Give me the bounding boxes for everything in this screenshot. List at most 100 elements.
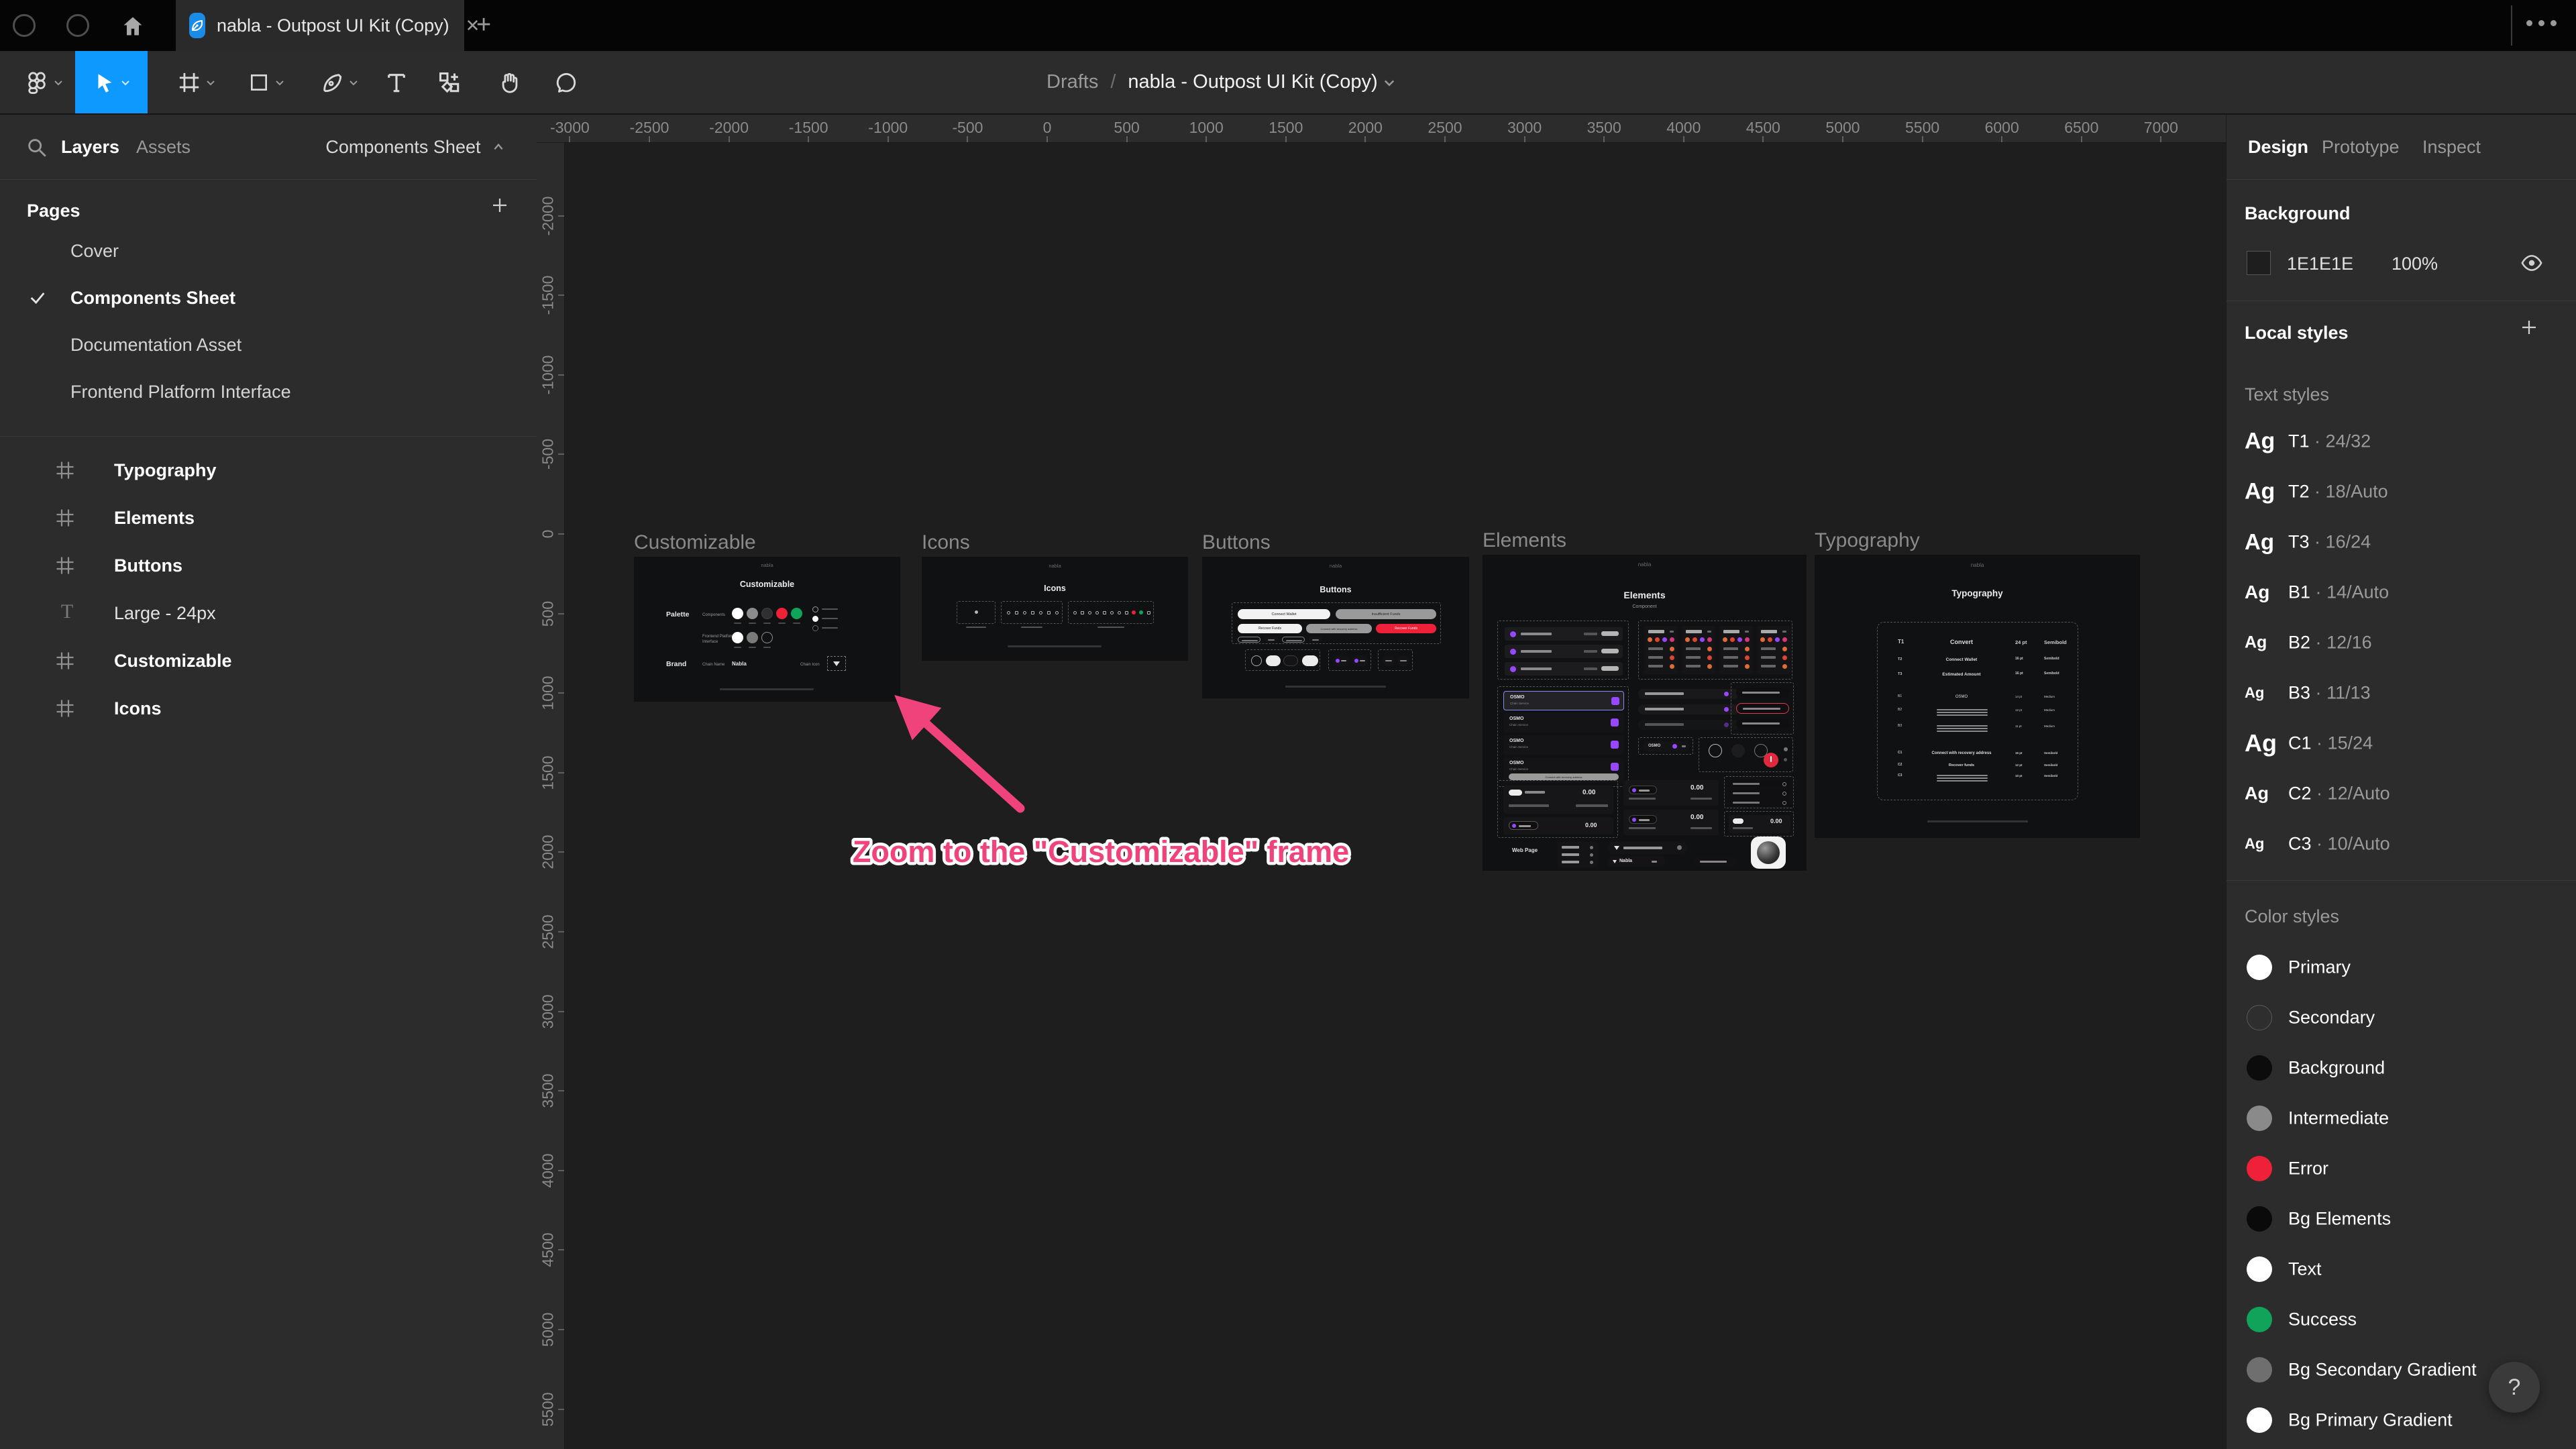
decor: [1629, 786, 1657, 794]
text-style-row[interactable]: Ag B2 · 12/16: [2226, 617, 2576, 667]
ruler-tick: [967, 136, 968, 143]
thumb-text: Brand: [666, 660, 686, 668]
page-row[interactable]: Frontend Platform Interface: [0, 369, 537, 416]
tab-switcher-icon[interactable]: [13, 14, 36, 37]
page-row[interactable]: Documentation Asset: [0, 322, 537, 369]
layer-row[interactable]: T Icons: [0, 686, 537, 734]
color-style-row[interactable]: Bg Elements: [2226, 1193, 2576, 1244]
tab-layers[interactable]: Layers: [61, 137, 119, 158]
ruler-horizontal[interactable]: -3000-2500-2000-1500-1000-50005001000150…: [537, 115, 2226, 143]
figma-main-menu[interactable]: [19, 51, 70, 113]
frame-label[interactable]: Icons: [922, 531, 970, 554]
page-selector[interactable]: Components Sheet: [325, 137, 504, 158]
frame-label[interactable]: Buttons: [1202, 531, 1271, 554]
help-button[interactable]: ?: [2489, 1362, 2540, 1413]
document-tab[interactable]: nabla - Outpost UI Kit (Copy) ✕: [176, 0, 464, 51]
pen-tool-button[interactable]: [307, 51, 372, 113]
thumb-text: OSMO: [1509, 716, 1523, 722]
color-style-row[interactable]: Success: [2226, 1294, 2576, 1344]
eye-icon[interactable]: [2520, 253, 2543, 273]
home-icon[interactable]: [121, 14, 145, 38]
decor: [734, 647, 741, 648]
canvas-frame-buttons[interactable]: nablaButtonsConnect WalletInsufficient F…: [1202, 557, 1469, 698]
layer-row[interactable]: T Elements: [0, 496, 537, 543]
decor: [1285, 686, 1386, 688]
ruler-label: 4000: [1666, 119, 1701, 137]
color-style-row[interactable]: Primary: [2226, 942, 2576, 992]
frame-label[interactable]: Typography: [1815, 529, 1920, 552]
page-row[interactable]: Cover: [0, 228, 537, 275]
ruler-tick: [558, 374, 565, 376]
thumb-text: OSMO: [1509, 739, 1523, 744]
add-page-icon[interactable]: [490, 195, 510, 215]
tab-inspect[interactable]: Inspect: [2422, 137, 2481, 158]
decor: [1682, 626, 1715, 674]
style-value: 12/16: [2326, 632, 2372, 652]
background-opacity[interactable]: 100%: [2392, 254, 2438, 274]
decor: [1723, 637, 1727, 642]
color-style-row[interactable]: Text: [2226, 1244, 2576, 1294]
text-style-row[interactable]: Ag C1 · 15/24: [2226, 718, 2576, 768]
window-menu-icon[interactable]: [2526, 20, 2557, 26]
background-hex[interactable]: 1E1E1E: [2287, 254, 2353, 274]
ruler-vertical[interactable]: -2000-1500-1000-500050010001500200025003…: [537, 143, 565, 1449]
new-tab-icon[interactable]: +: [476, 12, 491, 38]
color-style-row[interactable]: Error: [2226, 1143, 2576, 1193]
text-style-row[interactable]: Ag C3 · 10/Auto: [2226, 818, 2576, 869]
decor: [1937, 780, 1988, 782]
layer-row[interactable]: T Typography: [0, 448, 537, 496]
breadcrumb[interactable]: Drafts / nabla - Outpost UI Kit (Copy): [1046, 51, 1396, 113]
layer-row[interactable]: T Customizable: [0, 639, 537, 686]
decor: [1139, 610, 1143, 614]
ruler-label: 2000: [1348, 119, 1383, 137]
color-style-row[interactable]: Intermediate: [2226, 1093, 2576, 1143]
frame-tool-button[interactable]: [166, 51, 227, 113]
tab-assets[interactable]: Assets: [136, 137, 191, 158]
tab-prototype[interactable]: Prototype: [2322, 137, 2400, 158]
ruler-tick: [558, 613, 565, 614]
text-style-row[interactable]: Ag B3 · 11/13: [2226, 667, 2576, 718]
layer-row[interactable]: T Buttons: [0, 543, 537, 591]
background-color-swatch[interactable]: [2247, 251, 2271, 275]
text-style-row[interactable]: Ag C2 · 12/Auto: [2226, 768, 2576, 818]
text-style-row[interactable]: Ag T3 · 16/24: [2226, 517, 2576, 567]
frame-label[interactable]: Elements: [1483, 529, 1566, 552]
text-style-row[interactable]: Ag B1 · 14/Auto: [2226, 567, 2576, 617]
page-row[interactable]: Components Sheet: [0, 275, 537, 322]
canvas-frame-customizable[interactable]: nablaCustomizablePaletteComponentsFronte…: [634, 557, 900, 702]
color-style-row[interactable]: Background: [2226, 1042, 2576, 1093]
decor: [720, 688, 814, 690]
tab-design[interactable]: Design: [2248, 137, 2308, 158]
text-style-row[interactable]: Ag T1 · 24/32: [2226, 416, 2576, 466]
frame-label[interactable]: Customizable: [634, 531, 756, 554]
decor: [1670, 664, 1674, 669]
text-tool-button[interactable]: [373, 51, 420, 113]
decor: [1768, 637, 1772, 642]
decor: [1055, 611, 1059, 614]
decor: [1510, 649, 1516, 655]
add-style-icon[interactable]: [2519, 317, 2539, 337]
move-tool-button[interactable]: [75, 51, 148, 113]
search-icon[interactable]: [25, 136, 48, 159]
text-style-row[interactable]: Ag T2 · 18/Auto: [2226, 466, 2576, 517]
color-style-row[interactable]: Secondary: [2226, 992, 2576, 1042]
color-swatch: [2247, 1005, 2272, 1030]
thumb-text: Medium: [2044, 724, 2055, 728]
layer-row[interactable]: T Large - 24px: [0, 591, 537, 639]
canvas[interactable]: Customizable nablaCustomizablePaletteComp…: [565, 143, 2226, 1449]
canvas-frame-elements[interactable]: nablaElementsComponentOSMOChain ServiceO…: [1483, 555, 1807, 871]
thumb-button: [1733, 818, 1743, 824]
canvas-frame-icons[interactable]: nablaIcons: [922, 557, 1188, 661]
decor: [1709, 744, 1722, 757]
decor: [1731, 682, 1794, 735]
hand-tool-button[interactable]: [484, 51, 535, 113]
shape-tool-button[interactable]: [236, 51, 297, 113]
comment-tool-button[interactable]: [541, 51, 592, 113]
notifications-circle-icon[interactable]: [66, 14, 89, 37]
breadcrumb-drafts[interactable]: Drafts: [1046, 71, 1098, 93]
canvas-frame-typography[interactable]: nablaTypographyT1Convert24 ptSemiboldT2C…: [1815, 555, 2140, 838]
ruler-label: 2500: [1428, 119, 1462, 137]
decor: [1736, 688, 1789, 698]
resources-tool-button[interactable]: [424, 51, 475, 113]
background-row[interactable]: 1E1E1E 100%: [2226, 244, 2576, 284]
